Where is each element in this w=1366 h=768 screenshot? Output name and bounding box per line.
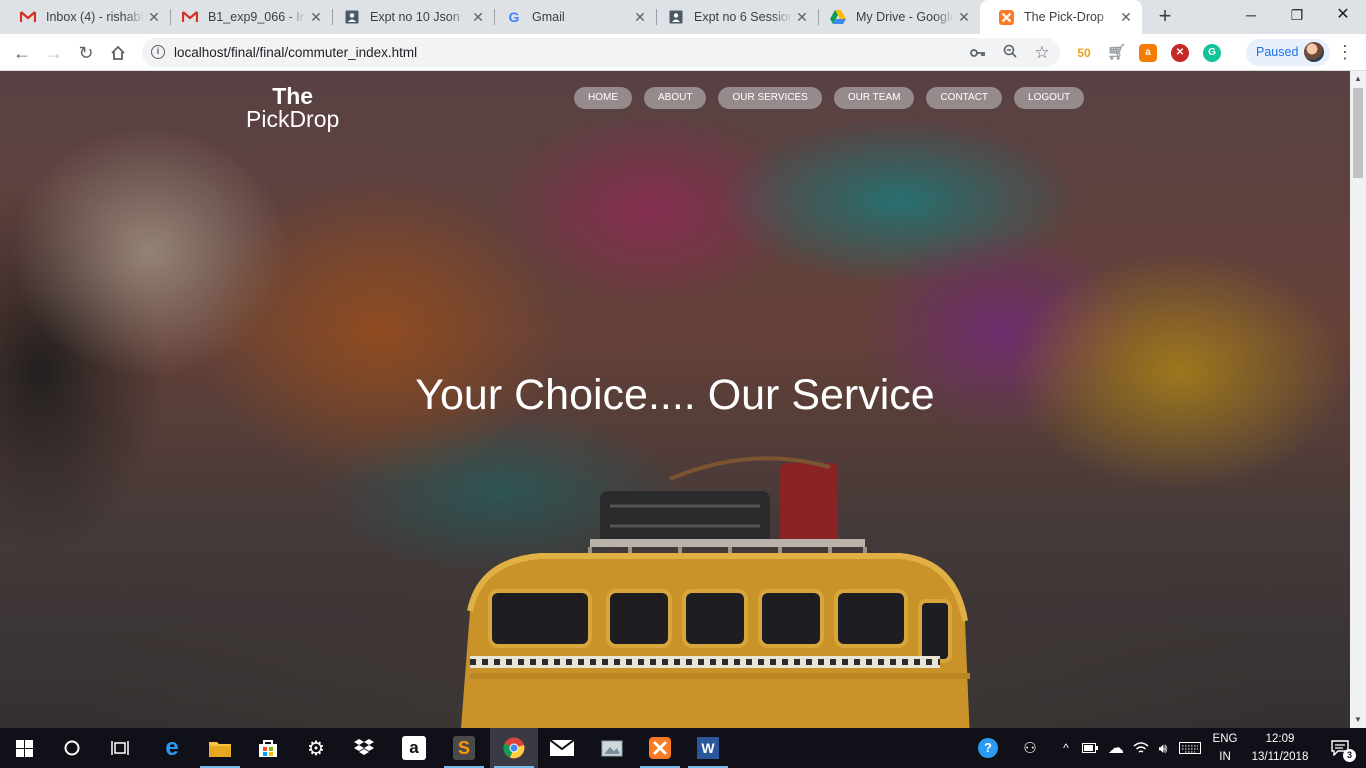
scroll-thumb[interactable] [1353, 88, 1363, 178]
tab-gmail[interactable]: G Gmail ✕ [488, 0, 656, 34]
new-tab-button[interactable]: + [1152, 4, 1178, 30]
close-icon[interactable]: ✕ [792, 9, 812, 26]
search-icon[interactable] [48, 728, 96, 768]
battery-icon[interactable] [1080, 728, 1100, 768]
chrome-icon[interactable] [490, 728, 538, 768]
tab-expt-6[interactable]: Expt no 6 Session ✕ [650, 0, 818, 34]
classroom-icon [344, 9, 360, 25]
profile-button[interactable]: Paused [1246, 39, 1330, 66]
close-icon[interactable]: ✕ [954, 9, 974, 26]
nav-about[interactable]: ABOUT [644, 87, 707, 109]
tab-inbox[interactable]: Inbox (4) - rishabh ✕ [2, 0, 170, 34]
nav-our-team[interactable]: OUR TEAM [833, 87, 915, 109]
keyboard-icon[interactable] [1176, 728, 1204, 768]
tab-b1-exp9[interactable]: B1_exp9_066 - Inv ✕ [164, 0, 332, 34]
info-icon[interactable]: i [151, 45, 165, 59]
edge-icon[interactable]: e [148, 728, 196, 768]
mail-icon[interactable] [538, 728, 586, 768]
notification-count: 3 [1343, 749, 1356, 762]
google-icon: G [508, 9, 520, 25]
windows-start-icon[interactable] [0, 728, 48, 768]
hindi-50-icon[interactable]: 50 [1075, 44, 1093, 62]
sublime-text-icon[interactable]: S [440, 728, 488, 768]
restore-button[interactable]: ❐ [1274, 0, 1320, 30]
language-indicator[interactable]: ENG IN [1208, 730, 1242, 766]
toy-bus-image [430, 451, 990, 728]
tab-my-drive[interactable]: My Drive - Google ✕ [812, 0, 980, 34]
nav-our-services[interactable]: OUR SERVICES [718, 87, 822, 109]
site-logo[interactable]: The PickDrop [246, 85, 339, 131]
hero-headline: Your Choice.... Our Service [415, 371, 935, 419]
word-icon[interactable]: W [684, 728, 732, 768]
bookmark-star-icon[interactable]: ☆ [1033, 44, 1051, 62]
home-button[interactable] [104, 39, 132, 67]
close-icon[interactable]: ✕ [468, 9, 488, 26]
forward-button[interactable]: → [40, 39, 68, 67]
menu-icon[interactable]: ⋮ [1336, 43, 1354, 63]
nav-logout[interactable]: LOGOUT [1014, 87, 1085, 109]
gmail-icon [182, 9, 198, 25]
chevron-up-icon[interactable]: ^ [1056, 728, 1076, 768]
wifi-icon[interactable] [1130, 728, 1152, 768]
classroom-icon [668, 9, 684, 25]
amazon-icon[interactable]: a [390, 728, 438, 768]
tab-expt-10[interactable]: Expt no 10 Json ✕ [326, 0, 494, 34]
tab-pick-drop[interactable]: The Pick-Drop ✕ [980, 0, 1142, 34]
volume-icon[interactable]: 🔊︎ [1152, 728, 1174, 768]
xampp-icon [998, 9, 1014, 25]
page-scrollbar[interactable]: ▲ ▼ [1350, 71, 1366, 728]
store-icon[interactable] [244, 728, 292, 768]
clock-time: 12:09 [1265, 733, 1295, 745]
file-explorer-icon[interactable] [196, 728, 244, 768]
clock-date: 13/11/2018 [1251, 751, 1309, 763]
close-icon[interactable]: ✕ [306, 9, 326, 26]
help-icon[interactable]: ? [974, 728, 1002, 768]
xampp-taskbar-icon[interactable] [636, 728, 684, 768]
avatar [1304, 42, 1324, 62]
photos-icon[interactable] [588, 728, 636, 768]
block-ext-icon[interactable]: ✕ [1171, 44, 1189, 62]
close-icon[interactable]: ✕ [144, 9, 164, 26]
drive-icon [830, 9, 846, 25]
browser-toolbar: ← → ↻ i localhost/final/final/commuter_i… [0, 34, 1366, 71]
people-icon[interactable]: ⚇ [1016, 728, 1044, 768]
taskbar: e ⚙ a S W ? ⚇ ^ ☁ 🔊︎ ENG IN 12:09 13/11/… [0, 728, 1366, 768]
gmail-icon [20, 9, 36, 25]
profile-status: Paused [1256, 45, 1299, 59]
reload-button[interactable]: ↻ [72, 39, 100, 67]
dropbox-icon[interactable] [340, 728, 388, 768]
scroll-up-icon[interactable]: ▲ [1350, 71, 1366, 87]
key-icon[interactable] [969, 44, 987, 62]
settings-gear-icon[interactable]: ⚙ [292, 728, 340, 768]
back-button[interactable]: ← [8, 39, 36, 67]
nav-home[interactable]: HOME [574, 87, 632, 109]
minimize-button[interactable]: ─ [1228, 0, 1274, 30]
task-view-icon[interactable] [96, 728, 144, 768]
cloud-icon[interactable]: ☁ [1104, 728, 1128, 768]
cart-icon[interactable]: 🛒︎ [1107, 44, 1126, 62]
home-icon [111, 45, 125, 60]
close-window-button[interactable]: ✕ [1320, 0, 1366, 30]
address-bar[interactable]: i localhost/final/final/commuter_index.h… [142, 38, 1060, 67]
tab-strip: Inbox (4) - rishabh ✕ B1_exp9_066 - Inv … [0, 0, 1366, 34]
url-text[interactable]: localhost/final/final/commuter_index.htm… [174, 45, 417, 60]
close-icon[interactable]: ✕ [1116, 9, 1136, 26]
site-nav: HOME ABOUT OUR SERVICES OUR TEAM CONTACT… [574, 87, 1085, 109]
scroll-down-icon[interactable]: ▼ [1350, 712, 1366, 728]
lock-ext-icon[interactable]: a [1139, 44, 1157, 62]
clock[interactable]: 12:09 13/11/2018 [1242, 730, 1318, 766]
page-viewport: The PickDrop HOME ABOUT OUR SERVICES OUR… [0, 71, 1350, 728]
nav-contact[interactable]: CONTACT [926, 87, 1003, 109]
action-center-icon[interactable]: 3 [1320, 728, 1360, 768]
zoom-icon[interactable] [1001, 44, 1019, 62]
grammarly-icon[interactable]: G [1203, 44, 1221, 62]
close-icon[interactable]: ✕ [630, 9, 650, 26]
